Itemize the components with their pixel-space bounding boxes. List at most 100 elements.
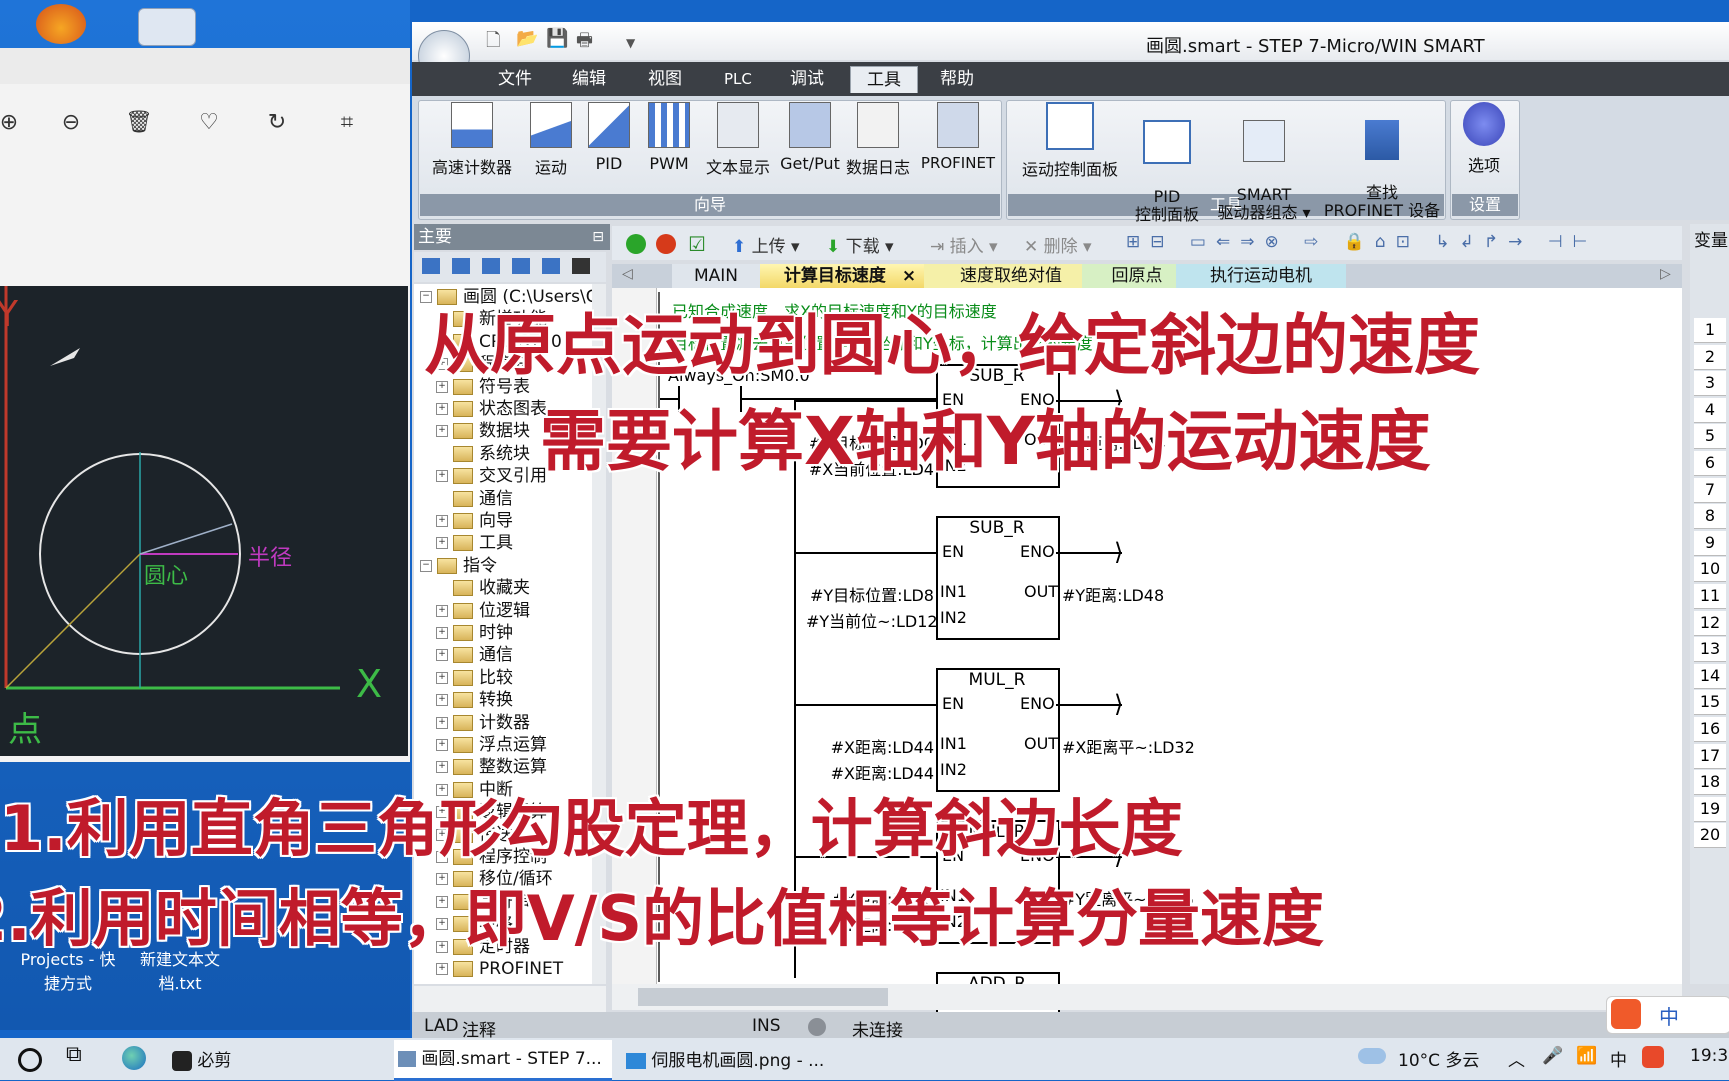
- expand-icon[interactable]: +: [436, 671, 448, 684]
- search-circle-icon[interactable]: [18, 1048, 42, 1072]
- collapse-icon[interactable]: −: [420, 559, 432, 572]
- panel-tool-icon[interactable]: [422, 258, 440, 274]
- wizard-getput-button[interactable]: Get/Put: [780, 102, 840, 173]
- tab-scroll-right-icon[interactable]: ▷: [1660, 266, 1671, 282]
- tab-calc-target-speed[interactable]: 计算目标速度 ×: [760, 264, 940, 288]
- wizard-profinet-button[interactable]: PROFINET: [918, 102, 998, 172]
- tree-item[interactable]: + 比较: [436, 667, 513, 689]
- variable-row-number[interactable]: 16: [1694, 717, 1726, 742]
- variable-row-number[interactable]: 10: [1694, 557, 1726, 583]
- crop-icon[interactable]: ⌗: [332, 108, 362, 138]
- tree-item[interactable]: + 整数运算: [436, 756, 547, 778]
- zoom-out-icon[interactable]: ⊖: [56, 108, 86, 138]
- tree-item[interactable]: + PROFINET: [436, 958, 563, 980]
- microphone-icon[interactable]: 🎤: [1542, 1046, 1563, 1066]
- find-profinet-button[interactable]: 查找 PROFINET 设备: [1322, 102, 1442, 220]
- tree-item[interactable]: − 指令: [420, 555, 497, 577]
- stop-icon[interactable]: [656, 234, 676, 254]
- favorite-icon[interactable]: ♡: [194, 108, 224, 138]
- expand-icon[interactable]: +: [436, 716, 448, 729]
- menu-file[interactable]: 文件: [490, 66, 540, 92]
- tree-item[interactable]: + 转换: [436, 689, 513, 711]
- variable-row-number[interactable]: 5: [1694, 424, 1726, 450]
- compile-icon[interactable]: ☑: [688, 232, 706, 256]
- tree-item[interactable]: + 计数器: [436, 712, 530, 734]
- operand-out[interactable]: #X距离平~:LD32: [1062, 734, 1195, 758]
- tree-item[interactable]: + 工具: [436, 532, 513, 554]
- panel-tool-icon[interactable]: [572, 258, 590, 274]
- tree-item[interactable]: + 位逻辑: [436, 600, 530, 622]
- taskbar-app-step7[interactable]: 画圆.smart - STEP 7...: [394, 1040, 612, 1081]
- expand-icon[interactable]: +: [436, 425, 448, 438]
- print-icon[interactable]: 🖶: [576, 28, 593, 58]
- qat-dropdown-icon[interactable]: ▼: [626, 36, 635, 50]
- expand-icon[interactable]: +: [436, 470, 448, 483]
- expand-icon[interactable]: +: [436, 403, 448, 415]
- new-file-icon[interactable]: 🗋: [486, 28, 500, 58]
- pin-icon[interactable]: ⊟: [592, 224, 604, 250]
- panel-tool-icon[interactable]: [512, 258, 530, 274]
- expand-icon[interactable]: +: [436, 963, 448, 975]
- variable-row-number[interactable]: 4: [1694, 397, 1726, 423]
- variable-row-number[interactable]: 11: [1694, 584, 1726, 609]
- wizard-pid-button[interactable]: PID: [586, 102, 632, 173]
- expand-icon[interactable]: +: [436, 649, 448, 662]
- panel-tool-icon[interactable]: [482, 258, 500, 274]
- menu-help[interactable]: 帮助: [932, 66, 982, 92]
- editor-horizontal-scrollbar[interactable]: [612, 984, 1682, 1010]
- edge-browser-icon[interactable]: [122, 1046, 146, 1070]
- expand-icon[interactable]: +: [436, 515, 448, 527]
- tree-item[interactable]: 收藏夹: [436, 577, 530, 599]
- smart-drive-config-button[interactable]: SMART 驱动器组态 ▾: [1208, 102, 1320, 222]
- wifi-icon[interactable]: 📶: [1576, 1046, 1597, 1066]
- variable-row-number[interactable]: 19: [1694, 796, 1726, 822]
- operand-in1[interactable]: #Y目标位置:LD8: [806, 582, 934, 606]
- operand-in1[interactable]: #X距离:LD44: [806, 734, 934, 758]
- delete-button[interactable]: ✕ 删除 ▾: [1024, 232, 1092, 257]
- insert-button[interactable]: ⇥ 插入 ▾: [930, 232, 998, 257]
- tree-item[interactable]: 通信: [436, 488, 513, 510]
- variable-row-number[interactable]: 14: [1694, 663, 1726, 689]
- tree-item[interactable]: + 浮点运算: [436, 734, 547, 756]
- tree-item[interactable]: + 交叉引用: [436, 465, 547, 487]
- pid-panel-button[interactable]: PID 控制面板: [1130, 102, 1204, 224]
- variable-row-number[interactable]: 2: [1694, 344, 1726, 370]
- variable-row-number[interactable]: 20: [1694, 823, 1726, 849]
- taskbar-app-bijian[interactable]: 必剪: [172, 1046, 231, 1071]
- clock[interactable]: 19:3: [1690, 1046, 1728, 1066]
- media-player-icon[interactable]: [36, 4, 86, 44]
- panel-tool-icon[interactable]: [452, 258, 470, 274]
- text-file-icon[interactable]: [138, 8, 196, 46]
- tree-horizontal-scrollbar[interactable]: [414, 986, 606, 1012]
- tree-item[interactable]: + 数据块: [436, 420, 530, 442]
- tree-item[interactable]: + 状态图表: [436, 398, 547, 420]
- tree-item[interactable]: + 时钟: [436, 622, 513, 644]
- tab-main[interactable]: MAIN: [672, 264, 760, 288]
- editor-tool-icons[interactable]: ⊞⊟ ▭⇐⇒⊗ ⇨ 🔒⌂⊡ ↳↲↱→ ⊣⊢: [1126, 232, 1597, 252]
- wizard-motion-button[interactable]: 运动: [524, 102, 578, 178]
- operand-out[interactable]: #Y距离:LD48: [1062, 582, 1164, 606]
- rotate-icon[interactable]: ↻: [262, 108, 292, 138]
- panel-tool-icon[interactable]: [542, 258, 560, 274]
- taskbar-app-image[interactable]: 伺服电机画圆.png - ...: [626, 1046, 824, 1071]
- ime-indicator[interactable]: 中: [1610, 1046, 1627, 1071]
- motion-panel-button[interactable]: 运动控制面板: [1012, 102, 1128, 180]
- open-file-icon[interactable]: 📂: [516, 28, 538, 49]
- menu-edit[interactable]: 编辑: [564, 66, 614, 92]
- delete-icon[interactable]: 🗑: [124, 108, 154, 138]
- options-button[interactable]: 选项: [1454, 102, 1514, 176]
- wizard-hsc-button[interactable]: 高速计数器: [424, 102, 520, 178]
- expand-icon[interactable]: +: [436, 537, 448, 550]
- tab-scroll-left-icon[interactable]: ◁: [622, 266, 633, 282]
- tab-run-motor[interactable]: 执行运动电机: [1176, 264, 1346, 288]
- weather-text[interactable]: 10°C 多云: [1398, 1046, 1479, 1071]
- expand-icon[interactable]: +: [436, 739, 448, 751]
- operand-in2[interactable]: #Y当前位~:LD12: [806, 608, 938, 632]
- expand-icon[interactable]: +: [436, 604, 448, 617]
- sogou-floating-bar[interactable]: 中: [1606, 996, 1729, 1034]
- tray-chevron-icon[interactable]: ︿: [1508, 1046, 1525, 1071]
- variable-row-number[interactable]: 13: [1694, 637, 1726, 663]
- variable-row-number[interactable]: 8: [1694, 504, 1726, 530]
- wizard-datalog-button[interactable]: 数据日志: [842, 102, 914, 178]
- menu-debug[interactable]: 调试: [782, 66, 832, 92]
